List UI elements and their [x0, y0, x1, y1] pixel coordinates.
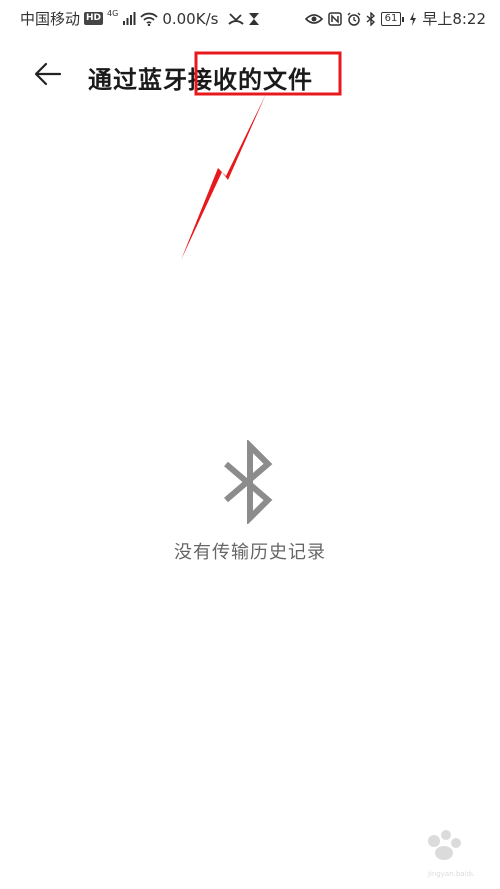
nfc-icon [327, 11, 342, 26]
empty-state: 没有传输历史记录 [0, 440, 500, 564]
clock-label: 早上8:22 [422, 10, 486, 28]
network-type: 4G [107, 9, 119, 18]
page-title: 通过蓝牙接收的文件 [88, 66, 313, 94]
back-arrow-icon [34, 62, 62, 86]
charging-icon [410, 11, 417, 26]
hd-badge: HD [84, 12, 104, 25]
signal-icon [123, 12, 136, 25]
status-bar: 中国移动 HD 4G 0.00K/s 61 早上8:22 [0, 0, 500, 34]
baidu-watermark-icon: jingyan.baidu.com [427, 830, 474, 878]
empty-message: 没有传输历史记录 [174, 542, 326, 563]
carrier-label: 中国移动 [20, 10, 81, 28]
bluetooth-status-icon [366, 11, 375, 26]
watermark-site: jingyan.baidu.com [427, 870, 474, 878]
wifi-icon [140, 12, 158, 26]
hourglass-icon [249, 12, 260, 25]
missed-call-icon [228, 12, 245, 25]
network-speed: 0.00K/s [162, 9, 219, 28]
alarm-icon [347, 12, 361, 26]
app-header: 通过蓝牙接收的文件 [0, 48, 500, 100]
eye-icon [304, 13, 323, 24]
back-button[interactable] [30, 56, 66, 92]
bluetooth-icon [224, 440, 273, 524]
annotation-arrow [181, 94, 266, 260]
battery-icon: 61 [380, 11, 405, 26]
